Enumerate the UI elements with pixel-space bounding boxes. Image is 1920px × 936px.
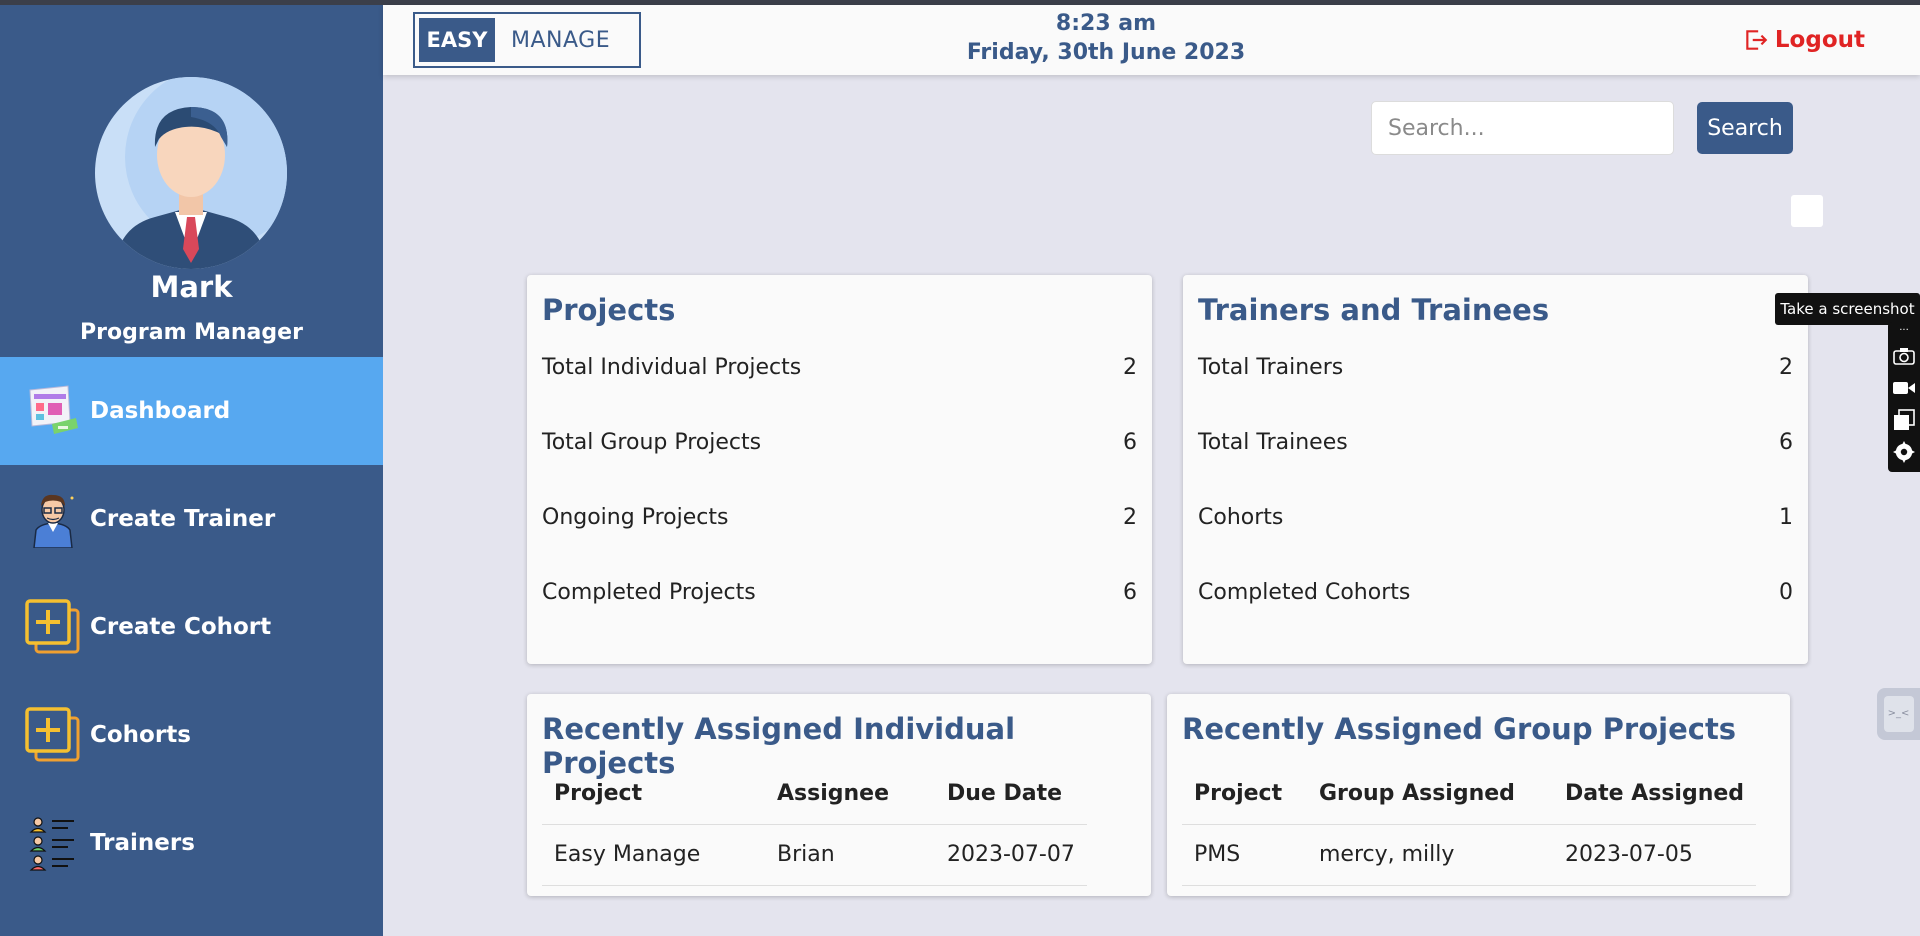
stat-label: Cohorts bbox=[1198, 505, 1284, 530]
column-header: Assignee bbox=[765, 764, 935, 825]
avatar bbox=[95, 77, 287, 269]
add-cohort-icon bbox=[24, 598, 82, 656]
stat-label: Total Trainers bbox=[1198, 355, 1344, 380]
sidebar: Mark Program Manager Dashboard Create Tr… bbox=[0, 5, 383, 936]
stat-row: Cohorts 1 bbox=[1198, 505, 1793, 535]
stat-value: 0 bbox=[1779, 580, 1793, 605]
table-cell: 2023-07-05 bbox=[1553, 824, 1757, 886]
column-header: Project bbox=[542, 764, 765, 825]
user-name: Mark bbox=[150, 270, 233, 304]
blank-widget[interactable] bbox=[1791, 195, 1823, 227]
individual-projects-table: Project Assignee Due Date Easy Manage Br… bbox=[542, 764, 1087, 886]
sidebar-item-label: Dashboard bbox=[90, 398, 231, 424]
projects-card-title: Projects bbox=[542, 293, 676, 327]
search-button[interactable]: Search bbox=[1697, 102, 1793, 154]
stat-value: 2 bbox=[1123, 355, 1137, 380]
stat-label: Ongoing Projects bbox=[542, 505, 729, 530]
side-panel-icon: >_< bbox=[1883, 696, 1914, 732]
table-row[interactable]: PMS mercy, milly 2023-07-05 bbox=[1182, 824, 1757, 886]
stat-row: Completed Cohorts 0 bbox=[1198, 580, 1793, 610]
logout-button[interactable]: Logout bbox=[1743, 27, 1865, 53]
group-projects-title: Recently Assigned Group Projects bbox=[1182, 712, 1737, 746]
stat-label: Total Group Projects bbox=[542, 430, 762, 455]
stat-label: Total Trainees bbox=[1198, 430, 1348, 455]
more-icon[interactable]: ··· bbox=[1899, 326, 1909, 340]
trainer-icon bbox=[24, 490, 82, 548]
copy-icon[interactable] bbox=[1888, 404, 1920, 436]
stat-value: 6 bbox=[1779, 430, 1793, 455]
trainers-card-title: Trainers and Trainees bbox=[1198, 293, 1550, 327]
column-header: Due Date bbox=[935, 764, 1087, 825]
stat-label: Completed Projects bbox=[542, 580, 756, 605]
current-date: Friday, 30th June 2023 bbox=[966, 40, 1246, 65]
table-cell: 2023-07-07 bbox=[935, 824, 1087, 886]
stat-value: 2 bbox=[1123, 505, 1137, 530]
individual-projects-card: Recently Assigned Individual Projects Pr… bbox=[527, 694, 1151, 896]
trainers-card: Trainers and Trainees Total Trainers 2 T… bbox=[1183, 275, 1808, 664]
column-header: Date Assigned bbox=[1553, 764, 1757, 825]
sidebar-item-cohorts[interactable]: Cohorts bbox=[0, 681, 383, 789]
stat-value: 6 bbox=[1123, 580, 1137, 605]
stat-value: 2 bbox=[1779, 355, 1793, 380]
table-cell: PMS bbox=[1182, 824, 1307, 886]
stat-row: Total Trainers 2 bbox=[1198, 355, 1793, 385]
sidebar-item-create-trainer[interactable]: Create Trainer bbox=[0, 465, 383, 573]
logout-label: Logout bbox=[1774, 27, 1865, 53]
screenshot-toolbar: ··· bbox=[1888, 322, 1920, 472]
clock: 8:23 am Friday, 30th June 2023 bbox=[383, 9, 1829, 67]
stat-value: 1 bbox=[1779, 505, 1793, 530]
current-time: 8:23 am bbox=[1055, 11, 1157, 36]
stat-value: 6 bbox=[1123, 430, 1137, 455]
stat-row: Total Individual Projects 2 bbox=[542, 355, 1137, 385]
sidebar-item-trainers[interactable]: Trainers bbox=[0, 789, 383, 897]
sidebar-item-label: Create Trainer bbox=[90, 506, 276, 532]
side-panel-tab[interactable]: >_< bbox=[1877, 688, 1920, 740]
table-cell: Brian bbox=[765, 824, 935, 886]
table-cell: Easy Manage bbox=[542, 824, 765, 886]
stat-label: Total Individual Projects bbox=[542, 355, 802, 380]
column-header: Project bbox=[1182, 764, 1307, 825]
sidebar-item-dashboard[interactable]: Dashboard bbox=[0, 357, 383, 465]
stat-row: Total Group Projects 6 bbox=[542, 430, 1137, 460]
stat-row: Completed Projects 6 bbox=[542, 580, 1137, 610]
table-cell: mercy, milly bbox=[1307, 824, 1553, 886]
sidebar-item-create-cohort[interactable]: Create Cohort bbox=[0, 573, 383, 681]
table-header-row: Project Assignee Due Date bbox=[542, 764, 1087, 825]
table-row[interactable]: Easy Manage Brian 2023-07-07 bbox=[542, 824, 1087, 886]
gear-icon[interactable] bbox=[1888, 436, 1920, 468]
user-role: Program Manager bbox=[80, 320, 303, 345]
sidebar-nav: Dashboard Create Trainer Create Cohort C… bbox=[0, 357, 383, 897]
group-projects-card: Recently Assigned Group Projects Project… bbox=[1167, 694, 1790, 896]
stat-label: Completed Cohorts bbox=[1198, 580, 1411, 605]
group-projects-table: Project Group Assigned Date Assigned PMS… bbox=[1182, 764, 1757, 886]
projects-card: Projects Total Individual Projects 2 Tot… bbox=[527, 275, 1152, 664]
screenshot-tooltip: Take a screenshot bbox=[1775, 293, 1920, 325]
search-input[interactable] bbox=[1371, 101, 1674, 155]
column-header: Group Assigned bbox=[1307, 764, 1553, 825]
table-header-row: Project Group Assigned Date Assigned bbox=[1182, 764, 1757, 825]
sidebar-item-label: Create Cohort bbox=[90, 614, 272, 640]
sidebar-item-label: Cohorts bbox=[90, 722, 191, 748]
top-header: EASY MANAGE 8:23 am Friday, 30th June 20… bbox=[383, 5, 1920, 75]
dashboard-icon bbox=[24, 382, 82, 440]
camera-icon[interactable] bbox=[1888, 340, 1920, 372]
stat-row: Ongoing Projects 2 bbox=[542, 505, 1137, 535]
sidebar-item-label: Trainers bbox=[90, 830, 195, 856]
trainers-list-icon bbox=[24, 814, 82, 872]
logout-icon bbox=[1746, 30, 1768, 50]
cohorts-icon bbox=[24, 706, 82, 764]
stat-row: Total Trainees 6 bbox=[1198, 430, 1793, 460]
video-icon[interactable] bbox=[1888, 372, 1920, 404]
